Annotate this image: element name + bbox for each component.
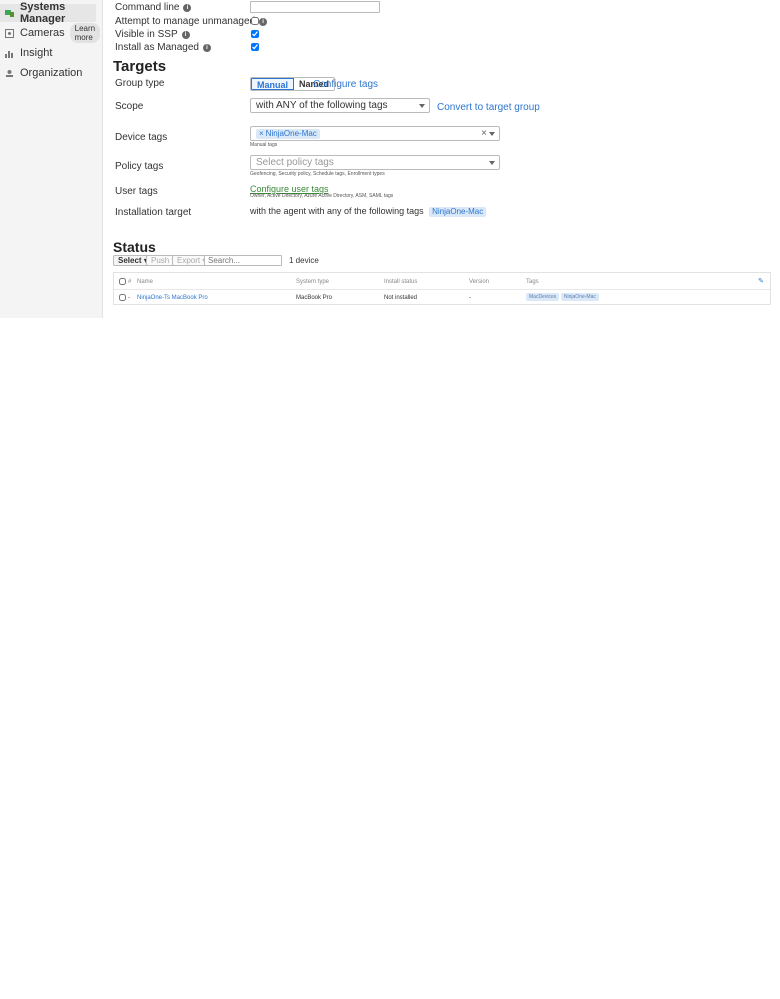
learn-more-badge[interactable]: Learn more [69,23,101,43]
info-icon[interactable]: i [259,17,268,26]
row-number: - [128,295,130,301]
version-cell: - [469,295,471,301]
visible-ssp-checkbox[interactable] [251,30,259,38]
device-tag-chip: × NinjaOne-Mac [256,129,320,139]
command-line-input[interactable] [250,1,380,13]
sidebar-item-label: Organization [20,67,83,79]
sidebar-item-organization[interactable]: Organization [0,64,96,82]
device-name-link[interactable]: NinjaOne-Ts MacBook Pro [137,295,208,301]
targets-title: Targets [113,58,167,75]
installation-target-value: with the agent with any of the following… [250,206,487,217]
device-tags-input[interactable]: × NinjaOne-Mac × [250,126,500,141]
tag-chip: NinjaOne-Mac [560,293,599,301]
sidebar: Systems Manager Cameras Learn more Insig… [0,0,103,318]
column-header-version[interactable]: Version [469,279,489,285]
visible-ssp-label: Visible in SSP i [115,29,190,40]
device-count: 1 device [289,256,319,265]
attempt-manage-label: Attempt to manage unmanaged i [115,16,268,27]
device-tags-helper: Manual tags [250,142,278,148]
column-header-system-type[interactable]: System type [296,279,329,285]
tag-chip: MacDevices [526,293,560,301]
user-tags-label: User tags [115,186,158,197]
device-tags-label: Device tags [115,132,168,143]
sidebar-item-cameras[interactable]: Cameras Learn more [0,23,101,43]
installation-target-label: Installation target [115,207,192,218]
devices-table: # Name System type Install status Versio… [113,272,771,305]
group-type-manual[interactable]: Manual [251,78,295,90]
camera-icon [5,28,14,38]
install-status-cell: Not installed [384,295,418,301]
installation-target-chip: NinjaOne-Mac [429,207,487,217]
scope-select[interactable]: with ANY of the following tags [250,98,430,113]
clear-icon[interactable]: × [481,127,487,140]
sidebar-item-label: Systems Manager [20,1,66,25]
remove-tag-icon[interactable]: × [259,129,264,138]
status-title: Status [113,239,156,255]
sidebar-item-insight[interactable]: Insight [0,44,96,62]
tags-cell: MacDevices NinjaOne-Mac [526,293,599,301]
info-icon[interactable]: i [202,43,211,52]
policy-tags-select[interactable]: Select policy tags [250,155,500,170]
command-line-label: Command line i [115,2,192,13]
policy-tags-helper: Geofencing, Security policy, Schedule ta… [250,171,385,177]
chevron-down-icon [489,132,495,136]
policy-tags-label: Policy tags [115,161,164,172]
search-input[interactable] [204,255,282,266]
bar-chart-icon [5,49,14,58]
systems-manager-icon [5,9,14,18]
row-checkbox[interactable] [119,294,126,301]
edit-columns-icon[interactable]: ✎ [758,277,764,285]
install-managed-checkbox[interactable] [251,43,259,51]
column-header-name[interactable]: Name [137,279,153,285]
chevron-down-icon [489,161,495,165]
group-type-label: Group type [115,78,165,89]
info-icon[interactable]: i [183,3,192,12]
column-header-install-status[interactable]: Install status [384,279,417,285]
system-type-cell: MacBook Pro [296,295,333,301]
install-managed-label: Install as Managed i [115,42,211,53]
column-header-number: # [128,279,132,285]
column-header-tags[interactable]: Tags [526,279,539,285]
organization-icon [5,69,14,78]
configure-tags-link[interactable]: Configure tags [313,79,378,90]
select-all-checkbox[interactable] [119,278,126,285]
sidebar-item-label: Insight [20,47,53,59]
attempt-manage-checkbox[interactable] [251,17,259,25]
user-tags-helper: Owner, Active Directory, Azure Active Di… [250,193,394,199]
info-icon[interactable]: i [181,30,190,39]
sidebar-item-label: Cameras [20,27,65,39]
row-separator [114,289,770,290]
chevron-down-icon [419,104,425,108]
sidebar-item-systems-manager[interactable]: Systems Manager [0,1,96,25]
scope-label: Scope [115,101,144,112]
convert-target-group-link[interactable]: Convert to target group [437,102,540,113]
